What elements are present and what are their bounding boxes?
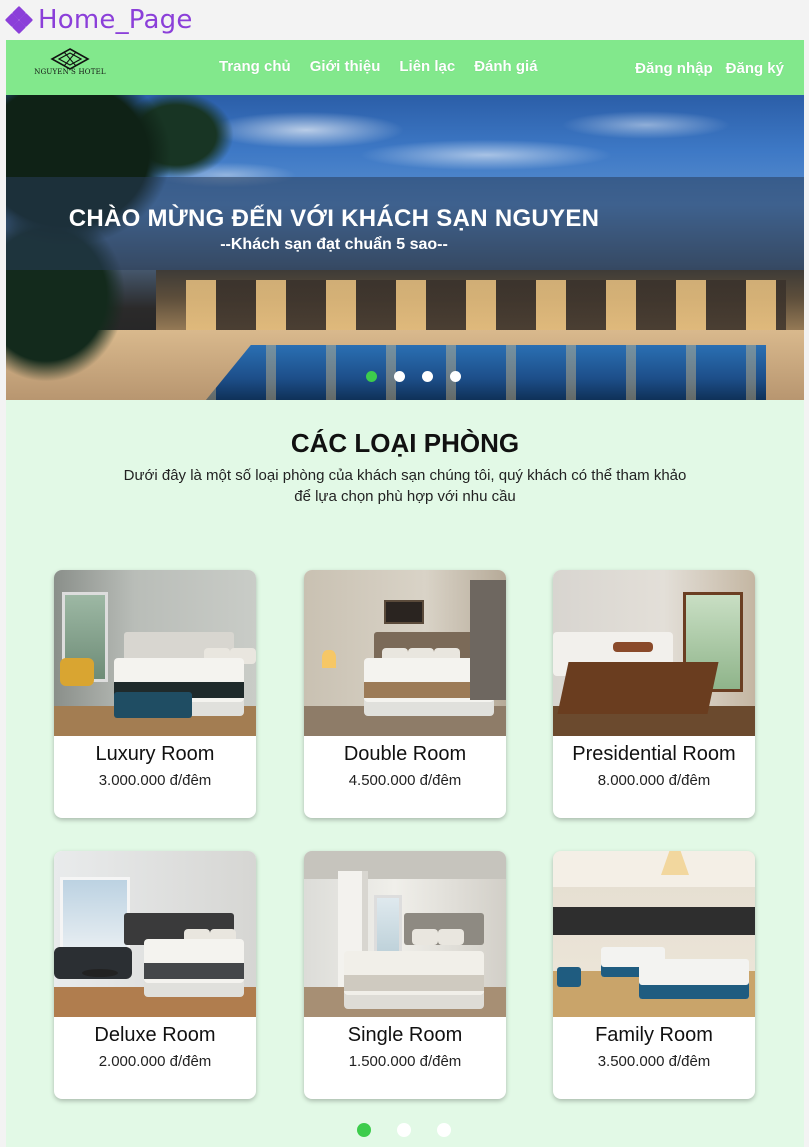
room-name: Double Room — [343, 743, 467, 765]
hero-subtitle: --Khách sạn đạt chuẩn 5 sao-- — [220, 236, 448, 253]
logo-text: NGUYEN'S HOTEL — [34, 68, 106, 76]
room-price: 1.500.000 đ/đêm — [348, 1053, 462, 1070]
room-card-family[interactable]: Family Room 3.500.000 đ/đêm — [553, 851, 755, 1099]
navbar: NGUYEN'S HOTEL Trang chủ Giới thiệu Liên… — [6, 40, 804, 95]
home-page: NGUYEN'S HOTEL Trang chủ Giới thiệu Liên… — [6, 40, 804, 1147]
room-card-deluxe[interactable]: Deluxe Room 2.000.000 đ/đêm — [54, 851, 256, 1099]
register-link[interactable]: Đăng ký — [726, 60, 784, 77]
room-card-double[interactable]: Double Room 4.500.000 đ/đêm — [304, 570, 506, 818]
room-price: 3.000.000 đ/đêm — [98, 772, 212, 789]
nav-links: Trang chủ Giới thiệu Liên lạc Đánh giá — [219, 58, 538, 75]
room-name: Deluxe Room — [94, 1024, 216, 1046]
room-card-single[interactable]: Single Room 1.500.000 đ/đêm — [304, 851, 506, 1099]
room-image — [553, 570, 755, 736]
room-pager-dot-1[interactable] — [357, 1123, 371, 1137]
rooms-section-title: CÁC LOẠI PHÒNG — [290, 428, 520, 458]
room-pager-dots — [357, 1123, 451, 1137]
room-price: 2.000.000 đ/đêm — [98, 1053, 212, 1070]
hero-carousel: CHÀO MỪNG ĐẾN VỚI KHÁCH SẠN NGUYEN --Khá… — [6, 95, 804, 400]
room-pager-dot-3[interactable] — [437, 1123, 451, 1137]
hero-dot-3[interactable] — [422, 371, 433, 382]
room-image — [553, 851, 755, 1017]
room-name: Family Room — [595, 1024, 713, 1046]
room-name: Presidential Room — [572, 743, 736, 765]
rooms-section-description: Dưới đây là một số loại phòng của khách … — [123, 467, 687, 505]
hero-pool-image — [206, 345, 766, 400]
room-image — [304, 851, 506, 1017]
room-pager-dot-2[interactable] — [397, 1123, 411, 1137]
nav-link-contact[interactable]: Liên lạc — [399, 58, 455, 75]
room-name: Luxury Room — [95, 743, 215, 765]
room-name: Single Room — [347, 1024, 463, 1046]
hero-dot-1[interactable] — [366, 371, 377, 382]
room-card-luxury[interactable]: Luxury Room 3.000.000 đ/đêm — [54, 570, 256, 818]
hero-dot-2[interactable] — [394, 371, 405, 382]
frame-label: Home_Page — [4, 4, 193, 36]
frame-title: Home_Page — [38, 5, 193, 35]
hotel-logo[interactable]: NGUYEN'S HOTEL — [32, 48, 108, 86]
hero-title: CHÀO MỪNG ĐẾN VỚI KHÁCH SẠN NGUYEN — [68, 205, 600, 232]
component-icon — [4, 5, 34, 35]
room-image — [54, 851, 256, 1017]
logo-diamond-icon — [50, 48, 90, 70]
nav-link-about[interactable]: Giới thiệu — [310, 58, 381, 75]
room-price: 8.000.000 đ/đêm — [597, 772, 711, 789]
auth-links: Đăng nhập Đăng ký — [635, 60, 784, 77]
hero-dot-4[interactable] — [450, 371, 461, 382]
login-link[interactable]: Đăng nhập — [635, 60, 713, 77]
room-image — [54, 570, 256, 736]
nav-link-home[interactable]: Trang chủ — [219, 58, 291, 75]
room-price: 4.500.000 đ/đêm — [348, 772, 462, 789]
room-image — [304, 570, 506, 736]
room-price: 3.500.000 đ/đêm — [597, 1053, 711, 1070]
room-card-presidential[interactable]: Presidential Room 8.000.000 đ/đêm — [553, 570, 755, 818]
hero-slide-dots — [366, 371, 461, 382]
nav-link-reviews[interactable]: Đánh giá — [474, 58, 537, 75]
